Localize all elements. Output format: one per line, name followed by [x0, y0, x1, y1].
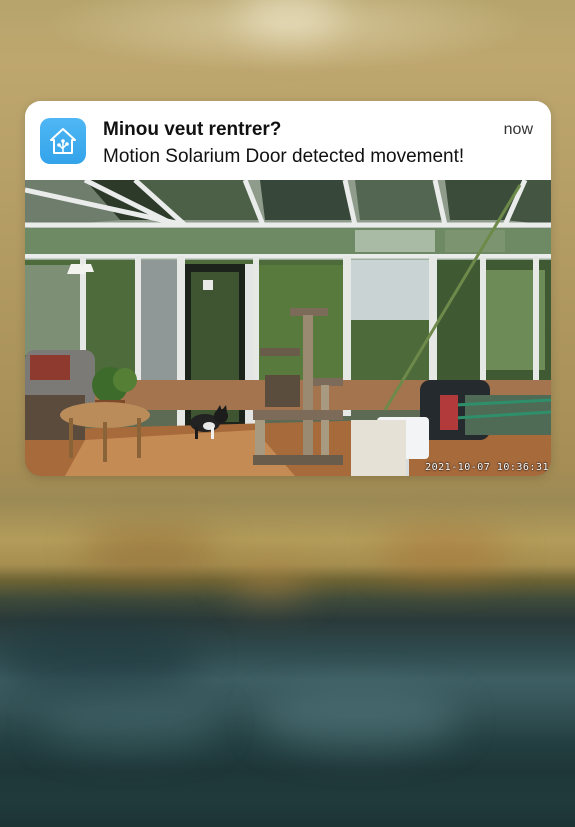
window-blind [351, 420, 406, 476]
notification-time: now [503, 121, 533, 138]
sunroom-scene [25, 180, 551, 476]
wallpaper-shape [40, 700, 220, 750]
wallpaper-glow [240, 0, 340, 40]
wallpaper-shape [230, 560, 310, 600]
home-assistant-icon [40, 118, 86, 164]
wallpaper-shape [260, 690, 460, 750]
camera-timestamp: 2021-10-07 10:36:31 [425, 462, 549, 473]
notification-card[interactable]: Minou veut rentrer? now Motion Solarium … [25, 101, 551, 476]
upper-windows [25, 228, 551, 254]
wallpaper-shape [380, 530, 510, 575]
notification-message: Motion Solarium Door detected movement! [103, 146, 465, 167]
camera-snapshot-image[interactable]: 2021-10-07 10:36:31 [25, 180, 551, 476]
wallpaper-shape [80, 530, 220, 570]
notification-title: Minou veut rentrer? [103, 119, 282, 140]
notification-header: Minou veut rentrer? now Motion Solarium … [25, 101, 551, 180]
wallpaper-shape [0, 620, 200, 700]
